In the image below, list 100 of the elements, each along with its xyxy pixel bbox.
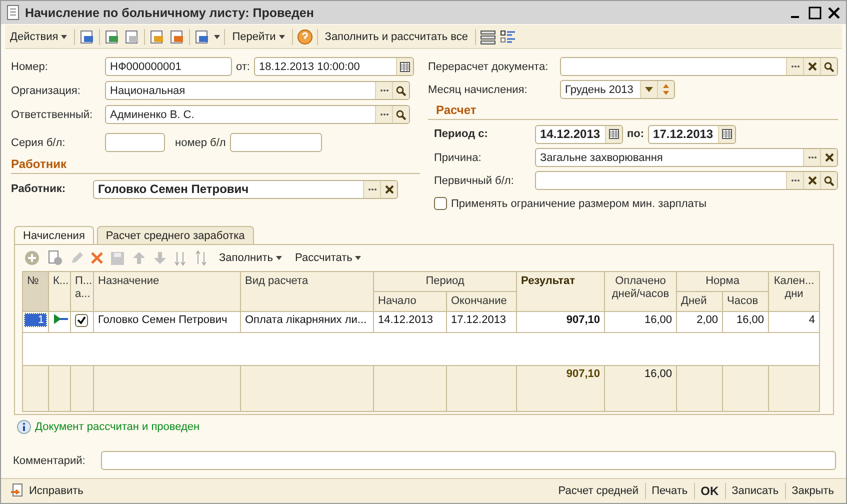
choose-button[interactable]: [803, 149, 820, 166]
checklist-icon[interactable]: [500, 28, 516, 44]
checkbox[interactable]: [434, 197, 447, 210]
dropdown-button[interactable]: [640, 81, 657, 98]
choose-button[interactable]: [375, 106, 392, 123]
spin-button[interactable]: [657, 81, 674, 98]
help-icon[interactable]: [296, 28, 313, 44]
input-field[interactable]: [230, 133, 322, 152]
footer-button[interactable]: OK: [694, 482, 725, 500]
delete-icon[interactable]: [91, 252, 103, 264]
fill-all-button[interactable]: Заполнить и рассчитать все: [322, 28, 471, 44]
fill-menu[interactable]: Заполнить: [216, 250, 286, 266]
close-icon: [808, 62, 816, 71]
copy-icon[interactable]: [47, 250, 63, 266]
column-header: Начало: [374, 292, 446, 312]
search-button[interactable]: [820, 58, 837, 75]
search-button[interactable]: [820, 172, 837, 189]
field-label: Комментарий:: [13, 454, 86, 466]
clear-button[interactable]: [803, 58, 820, 75]
tab[interactable]: Расчет среднего заработка: [96, 226, 254, 245]
ellipsis-icon: [790, 65, 800, 68]
month-field[interactable]: Грудень 2013: [560, 80, 675, 99]
input-field[interactable]: [535, 171, 838, 190]
choose-button[interactable]: [786, 58, 803, 75]
caret-icon: [276, 256, 282, 260]
choose-button[interactable]: [363, 180, 380, 198]
caret-icon: [355, 256, 362, 260]
section-title: Расчет: [435, 103, 478, 117]
input-field[interactable]: 18.12.2013 10:00:00: [254, 57, 414, 76]
ellipsis-icon: [790, 179, 800, 182]
field-label: Перерасчет документа:: [428, 60, 550, 72]
search-button[interactable]: [392, 106, 409, 123]
maximize-button[interactable]: [808, 6, 822, 20]
calculate-menu[interactable]: Рассчитать: [292, 250, 364, 266]
section-title: Работник: [11, 157, 68, 171]
column-header: Дней: [676, 292, 722, 312]
table-cell: 4: [768, 312, 820, 332]
input-field[interactable]: Загальне захворювання: [535, 148, 838, 167]
calendar-button[interactable]: [718, 126, 736, 142]
field-label: Причина:: [434, 152, 482, 164]
input-field[interactable]: 17.12.2013: [648, 124, 736, 144]
column-header: П... а...: [70, 272, 94, 312]
comment-field[interactable]: [101, 451, 836, 470]
column-header: Оплачено дней/часов: [604, 272, 676, 312]
goto-menu[interactable]: Перейти: [229, 28, 288, 44]
input-field[interactable]: НФ000000001: [105, 57, 232, 76]
ellipsis-icon: [808, 156, 816, 159]
caret-icon: [278, 34, 285, 38]
tab[interactable]: Начисления: [14, 226, 94, 245]
checkbox[interactable]: [75, 314, 88, 327]
close-icon: [808, 176, 816, 185]
footer-button[interactable]: Записать: [726, 483, 785, 499]
checkbox-label: Применять ограничение размером мин. зарплаты: [451, 198, 707, 210]
ellipsis-icon: [368, 188, 376, 190]
clear-button[interactable]: [380, 180, 397, 198]
choose-button[interactable]: [786, 172, 803, 189]
field-label: по:: [627, 128, 644, 140]
input-field[interactable]: Национальная: [105, 81, 410, 100]
search-icon: [824, 62, 834, 72]
footer-button[interactable]: Закрыть: [786, 483, 840, 499]
calendar-icon: [609, 129, 619, 139]
actions-menu[interactable]: Действия: [7, 28, 70, 44]
input-field[interactable]: Головко Семен Петрович: [93, 180, 398, 198]
field-label: Первичный б/л:: [434, 174, 515, 186]
copy-icon[interactable]: [124, 28, 140, 44]
column-header: Назначение: [94, 272, 240, 312]
column-header: Вид расчета: [240, 272, 374, 312]
search-icon: [396, 86, 406, 96]
choose-button[interactable]: [375, 82, 392, 99]
clear-button[interactable]: [820, 149, 837, 166]
column-header: Результат: [516, 272, 604, 312]
document-icon: [7, 5, 19, 20]
column-header: Период: [374, 272, 516, 292]
close-icon: [384, 184, 394, 194]
field-label: Организация:: [11, 84, 82, 96]
field-label: Номер:: [11, 60, 49, 72]
input-field[interactable]: [560, 57, 838, 76]
ellipsis-icon: [380, 113, 388, 116]
footer-button[interactable]: Печать: [646, 483, 694, 499]
search-button[interactable]: [392, 82, 409, 99]
input-field[interactable]: [105, 133, 165, 152]
input-field[interactable]: Админенко В. С.: [105, 105, 410, 124]
row-number[interactable]: 1: [24, 313, 47, 327]
field-label: Серия б/л:: [11, 136, 66, 148]
total-cell: 907,10: [516, 366, 604, 412]
fix-button[interactable]: Исправить: [7, 481, 86, 501]
search-icon: [824, 176, 834, 186]
document-icon[interactable]: [194, 28, 210, 44]
calendar-button[interactable]: [605, 126, 622, 142]
table-cell: 2,00: [676, 312, 722, 332]
field-label: от:: [236, 60, 250, 72]
footer-button[interactable]: Расчет средней: [552, 483, 645, 499]
input-field[interactable]: 14.12.2013: [535, 124, 623, 144]
clear-button[interactable]: [803, 172, 820, 189]
close-button[interactable]: [828, 6, 840, 18]
close-icon: [824, 153, 834, 162]
column-header: Часов: [722, 292, 769, 312]
list-icon[interactable]: [480, 28, 496, 44]
calendar-icon: [400, 62, 410, 72]
calendar-button[interactable]: [396, 58, 413, 75]
